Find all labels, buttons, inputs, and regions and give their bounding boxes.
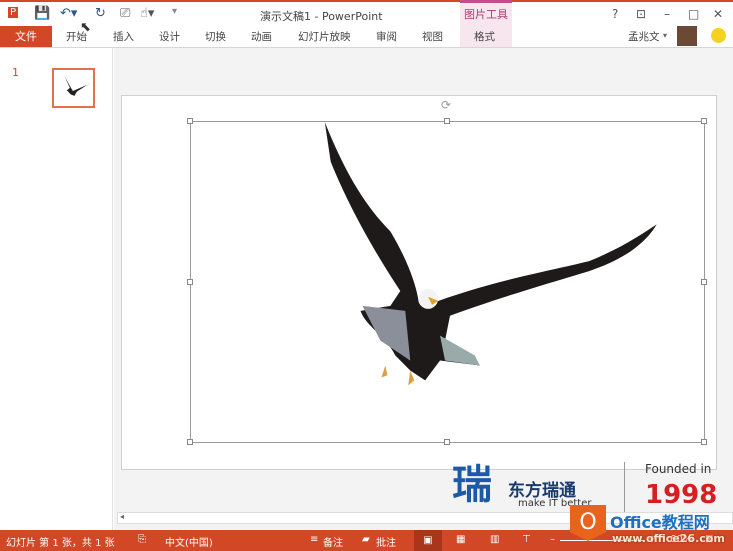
comments-button[interactable]: 批注 bbox=[376, 534, 396, 549]
resize-handle-w[interactable] bbox=[187, 279, 193, 285]
slide-thumbnail-pane bbox=[0, 48, 113, 530]
reading-view-button[interactable]: ▥ bbox=[490, 534, 499, 545]
notes-button[interactable]: 备注 bbox=[323, 534, 343, 549]
avatar[interactable] bbox=[677, 26, 697, 46]
picture-tools-group: 图片工具 格式 bbox=[460, 0, 512, 47]
resize-handle-sw[interactable] bbox=[187, 439, 193, 445]
touch-mode-icon[interactable]: ☝▾ bbox=[140, 6, 154, 21]
mouse-cursor-icon: ⬉ bbox=[80, 20, 91, 35]
tab-slideshow[interactable]: 幻灯片放映 bbox=[298, 29, 351, 44]
resize-handle-se[interactable] bbox=[701, 439, 707, 445]
zoom-out-button[interactable]: – bbox=[550, 534, 555, 545]
user-name[interactable]: 孟兆文 bbox=[628, 29, 660, 44]
maximize-button[interactable]: □ bbox=[688, 7, 699, 21]
title-bar: P 💾 ↶▾ ↻ ⎚ ☝▾ ▾ 演示文稿1 - PowerPoint ? ⊡ –… bbox=[0, 2, 733, 25]
resize-handle-nw[interactable] bbox=[187, 118, 193, 124]
language[interactable]: 中文(中国) bbox=[165, 534, 213, 549]
tab-review[interactable]: 审阅 bbox=[376, 29, 397, 44]
presentation-icon[interactable]: ⎚ bbox=[120, 6, 130, 21]
close-button[interactable]: ✕ bbox=[713, 7, 723, 21]
user-dropdown-icon[interactable]: ▾ bbox=[663, 31, 667, 40]
powerpoint-logo-icon: P bbox=[8, 7, 19, 18]
help-button[interactable]: ? bbox=[612, 7, 618, 21]
tab-format[interactable]: 格式 bbox=[474, 29, 495, 44]
comments-icon: ▰ bbox=[362, 534, 370, 545]
notes-icon: ≡ bbox=[310, 534, 319, 545]
slide-thumbnail[interactable] bbox=[52, 68, 95, 108]
resize-handle-ne[interactable] bbox=[701, 118, 707, 124]
rotate-handle-icon[interactable]: ⟳ bbox=[441, 98, 451, 112]
tab-animations[interactable]: 动画 bbox=[251, 29, 272, 44]
thumbnail-number: 1 bbox=[12, 66, 19, 79]
window-title: 演示文稿1 - PowerPoint bbox=[260, 10, 383, 23]
eagle-thumbnail-icon bbox=[64, 75, 90, 96]
selected-picture[interactable]: ⟳ bbox=[187, 98, 707, 445]
smiley-feedback-icon[interactable] bbox=[711, 28, 726, 43]
save-icon[interactable]: 💾 bbox=[34, 6, 50, 21]
watermark-url: www.office26.com bbox=[612, 532, 725, 545]
tab-view[interactable]: 视图 bbox=[422, 29, 443, 44]
tab-insert[interactable]: 插入 bbox=[113, 29, 134, 44]
minimize-button[interactable]: – bbox=[664, 7, 670, 21]
undo-icon[interactable]: ↶▾ bbox=[60, 6, 77, 21]
resize-handle-e[interactable] bbox=[701, 279, 707, 285]
customize-toolbar-icon[interactable]: ▾ bbox=[172, 6, 177, 17]
eagle-image bbox=[324, 122, 657, 386]
spell-check-icon[interactable]: ⎘ bbox=[138, 534, 146, 545]
watermark-office26: O Office教程网 www.office26.com bbox=[570, 505, 733, 547]
redo-icon[interactable]: ↻ bbox=[95, 6, 106, 21]
slideshow-button[interactable]: ⊤ bbox=[522, 534, 531, 545]
slide-info: 幻灯片 第 1 张，共 1 张 bbox=[6, 538, 115, 549]
ribbon-options-button[interactable]: ⊡ bbox=[636, 7, 646, 21]
tab-transitions[interactable]: 切换 bbox=[205, 29, 226, 44]
scroll-left-icon[interactable]: ◂ bbox=[120, 512, 124, 521]
tab-design[interactable]: 设计 bbox=[159, 29, 180, 44]
resize-handle-n[interactable] bbox=[444, 118, 450, 124]
picture-tools-label: 图片工具 bbox=[464, 8, 508, 21]
slide-sorter-button[interactable]: ▦ bbox=[456, 534, 465, 545]
normal-view-button[interactable]: ▣ bbox=[414, 530, 442, 551]
tab-file[interactable]: 文件 bbox=[0, 26, 52, 47]
resize-handle-s[interactable] bbox=[444, 439, 450, 445]
